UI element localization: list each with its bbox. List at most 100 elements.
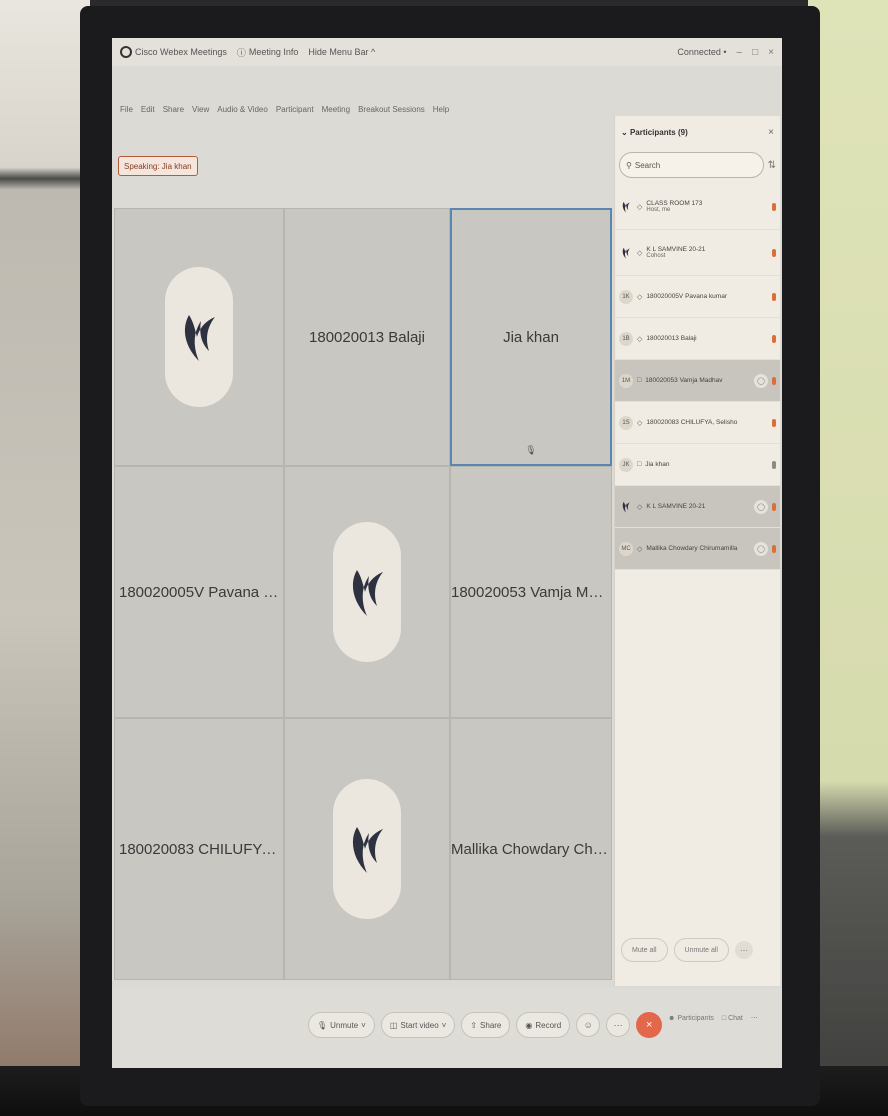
app-title[interactable]: Cisco Webex Meetings (120, 46, 227, 58)
menu-breakout-sessions[interactable]: Breakout Sessions (358, 105, 425, 114)
participant-name: K L SAMVINE 20-21 (646, 246, 706, 253)
chat-icon[interactable]: ◯ (754, 541, 768, 556)
menu-edit[interactable]: Edit (141, 105, 155, 114)
record-icon: ◉ (525, 1020, 533, 1030)
participant-row[interactable]: ◇ K L SAMVINE 20-21 ◯ (615, 486, 780, 528)
microphone-icon: ◇ (637, 335, 643, 343)
panel-toggles: ☻ Participants □ Chat ⋯ (668, 1014, 758, 1023)
sort-icon[interactable]: ⇅ (768, 160, 776, 171)
audio-status-indicator (772, 418, 776, 427)
hide-menu-bar-button[interactable]: Hide Menu Bar ^ (308, 47, 375, 57)
participant-row[interactable]: ◇ K L SAMVINE 20-21 Cohost (615, 230, 780, 276)
webex-bird-icon (352, 570, 383, 616)
share-button[interactable]: ⇧ Share (461, 1012, 511, 1038)
end-meeting-icon[interactable]: × (636, 1012, 663, 1038)
video-tile[interactable] (114, 208, 284, 466)
participant-name: 180020083 CHILUFYA, Selisho (646, 419, 738, 426)
unmute-all-button[interactable]: Unmute all (673, 938, 729, 962)
participant-name: Jia khan (645, 461, 670, 468)
microphone-icon: ◇ (637, 545, 643, 553)
participant-row[interactable]: 1K ◇ 180020005V Pavana kumar (615, 276, 780, 318)
minimize-icon[interactable]: – (737, 47, 743, 58)
search-icon: ⚲ (626, 160, 632, 170)
participant-avatar (165, 267, 233, 407)
menu-file[interactable]: File (120, 105, 133, 114)
video-tile[interactable]: 180020013 Balaji (284, 208, 450, 466)
more-options-icon[interactable]: ⋯ (751, 1014, 758, 1022)
menu-meeting[interactable]: Meeting (322, 105, 350, 114)
control-buttons: 🎙 Unmute ˅ ◫ Start video ˅ ⇧ Share ◉ Rec… (308, 1012, 663, 1038)
chevron-down-icon[interactable]: ˅ (361, 1021, 366, 1030)
menu-audio-video[interactable]: Audio & Video (217, 105, 268, 114)
webex-bird-icon (619, 500, 633, 514)
participant-row[interactable]: 1M □ 180020053 Vamja Madhav ◯ (615, 360, 780, 402)
video-tile[interactable]: Mallika Chowdary Chirumam... (450, 718, 612, 980)
chevron-down-icon[interactable]: ⌄ (621, 128, 630, 137)
microphone-icon: ◇ (637, 203, 643, 211)
webex-bird-icon (352, 827, 383, 873)
menu-participant[interactable]: Participant (276, 105, 314, 114)
meeting-info-button[interactable]: ⓘ Meeting Info (237, 46, 299, 59)
background-wall-right (808, 0, 888, 1116)
more-options-icon[interactable]: ⋯ (606, 1013, 631, 1037)
audio-status-indicator (772, 202, 776, 211)
reactions-icon[interactable]: ☺ (576, 1013, 601, 1037)
share-icon: ⇧ (470, 1020, 478, 1030)
mute-all-button[interactable]: Mute all (621, 938, 668, 962)
video-tile-active-speaker[interactable]: Jia khan 🎙 (450, 208, 612, 466)
microphone-icon: ◇ (637, 419, 643, 427)
chat-toggle-button[interactable]: □ Chat (722, 1015, 743, 1022)
background-wall-left (0, 0, 90, 1116)
close-icon[interactable]: × (768, 47, 774, 58)
chat-icon[interactable]: ◯ (754, 373, 768, 388)
connection-status[interactable]: Connected • (677, 47, 726, 57)
participant-initials: 1S (619, 415, 633, 430)
camera-icon: ◫ (389, 1020, 398, 1030)
title-bar: Cisco Webex Meetings ⓘ Meeting Info Hide… (112, 38, 782, 66)
audio-status-indicator (772, 334, 776, 343)
audio-status-indicator (772, 248, 776, 257)
video-tile[interactable]: 180020053 Vamja Madhav (450, 466, 612, 718)
participant-row[interactable]: JK □ Jia khan (615, 444, 780, 486)
maximize-icon[interactable]: □ (752, 47, 758, 58)
participant-name: 180020005V Pavana kumar (646, 293, 727, 300)
participant-role: Host, me (646, 207, 671, 213)
participant-list: ◇ CLASS ROOM 173 Host, me ◇ K L SAMVINE … (615, 184, 780, 570)
participant-row[interactable]: 1B ◇ 180020013 Balaji (615, 318, 780, 360)
panel-header: ⌄ Participants (9) × (615, 116, 780, 148)
start-video-button[interactable]: ◫ Start video ˅ (380, 1012, 456, 1038)
participant-name: Mallika Chowdary Chirumamilla (646, 545, 738, 552)
close-icon[interactable]: × (768, 127, 774, 138)
menu-help[interactable]: Help (433, 105, 449, 114)
unmute-button[interactable]: 🎙 Unmute ˅ (308, 1012, 375, 1038)
participant-role: Cohost (646, 253, 666, 259)
participant-initials: MC (619, 541, 633, 556)
participant-initials: JK (619, 457, 633, 472)
menu-share[interactable]: Share (163, 105, 184, 114)
participant-row[interactable]: ◇ CLASS ROOM 173 Host, me (615, 184, 780, 230)
participant-row[interactable]: MC ◇ Mallika Chowdary Chirumamilla ◯ (615, 528, 780, 570)
participant-name: 180020053 Vamja Madhav (645, 377, 723, 384)
record-button[interactable]: ◉ Record (516, 1012, 571, 1038)
participants-toggle-button[interactable]: ☻ Participants (668, 1015, 714, 1022)
video-tile[interactable]: 180020083 CHILUFYA, Selisho (114, 718, 284, 980)
participant-name: 180020005V Pavana kumar (119, 583, 279, 601)
video-tile[interactable]: 180020005V Pavana kumar (114, 466, 284, 718)
microphone-icon: ◇ (637, 503, 643, 511)
webex-window: Cisco Webex Meetings ⓘ Meeting Info Hide… (112, 38, 782, 1068)
panel-footer: Mute all Unmute all ⋯ (621, 938, 753, 962)
participant-name: 180020013 Balaji (646, 335, 697, 342)
menu-view[interactable]: View (192, 105, 209, 114)
chevron-down-icon[interactable]: ˅ (442, 1021, 447, 1030)
panel-title: Participants (9) (629, 127, 688, 137)
video-grid: 180020013 Balaji Jia khan 🎙 180020005V P… (114, 208, 612, 980)
participant-initials: 1M (619, 373, 633, 388)
search-input[interactable]: ⚲ Search (619, 152, 764, 178)
chat-icon[interactable]: ◯ (754, 499, 768, 514)
video-tile[interactable] (284, 466, 450, 718)
more-options-icon[interactable]: ⋯ (734, 941, 753, 959)
webex-bird-icon (184, 315, 215, 361)
participant-avatar (333, 522, 401, 662)
participant-row[interactable]: 1S ◇ 180020083 CHILUFYA, Selisho (615, 402, 780, 444)
video-tile[interactable] (284, 718, 450, 980)
